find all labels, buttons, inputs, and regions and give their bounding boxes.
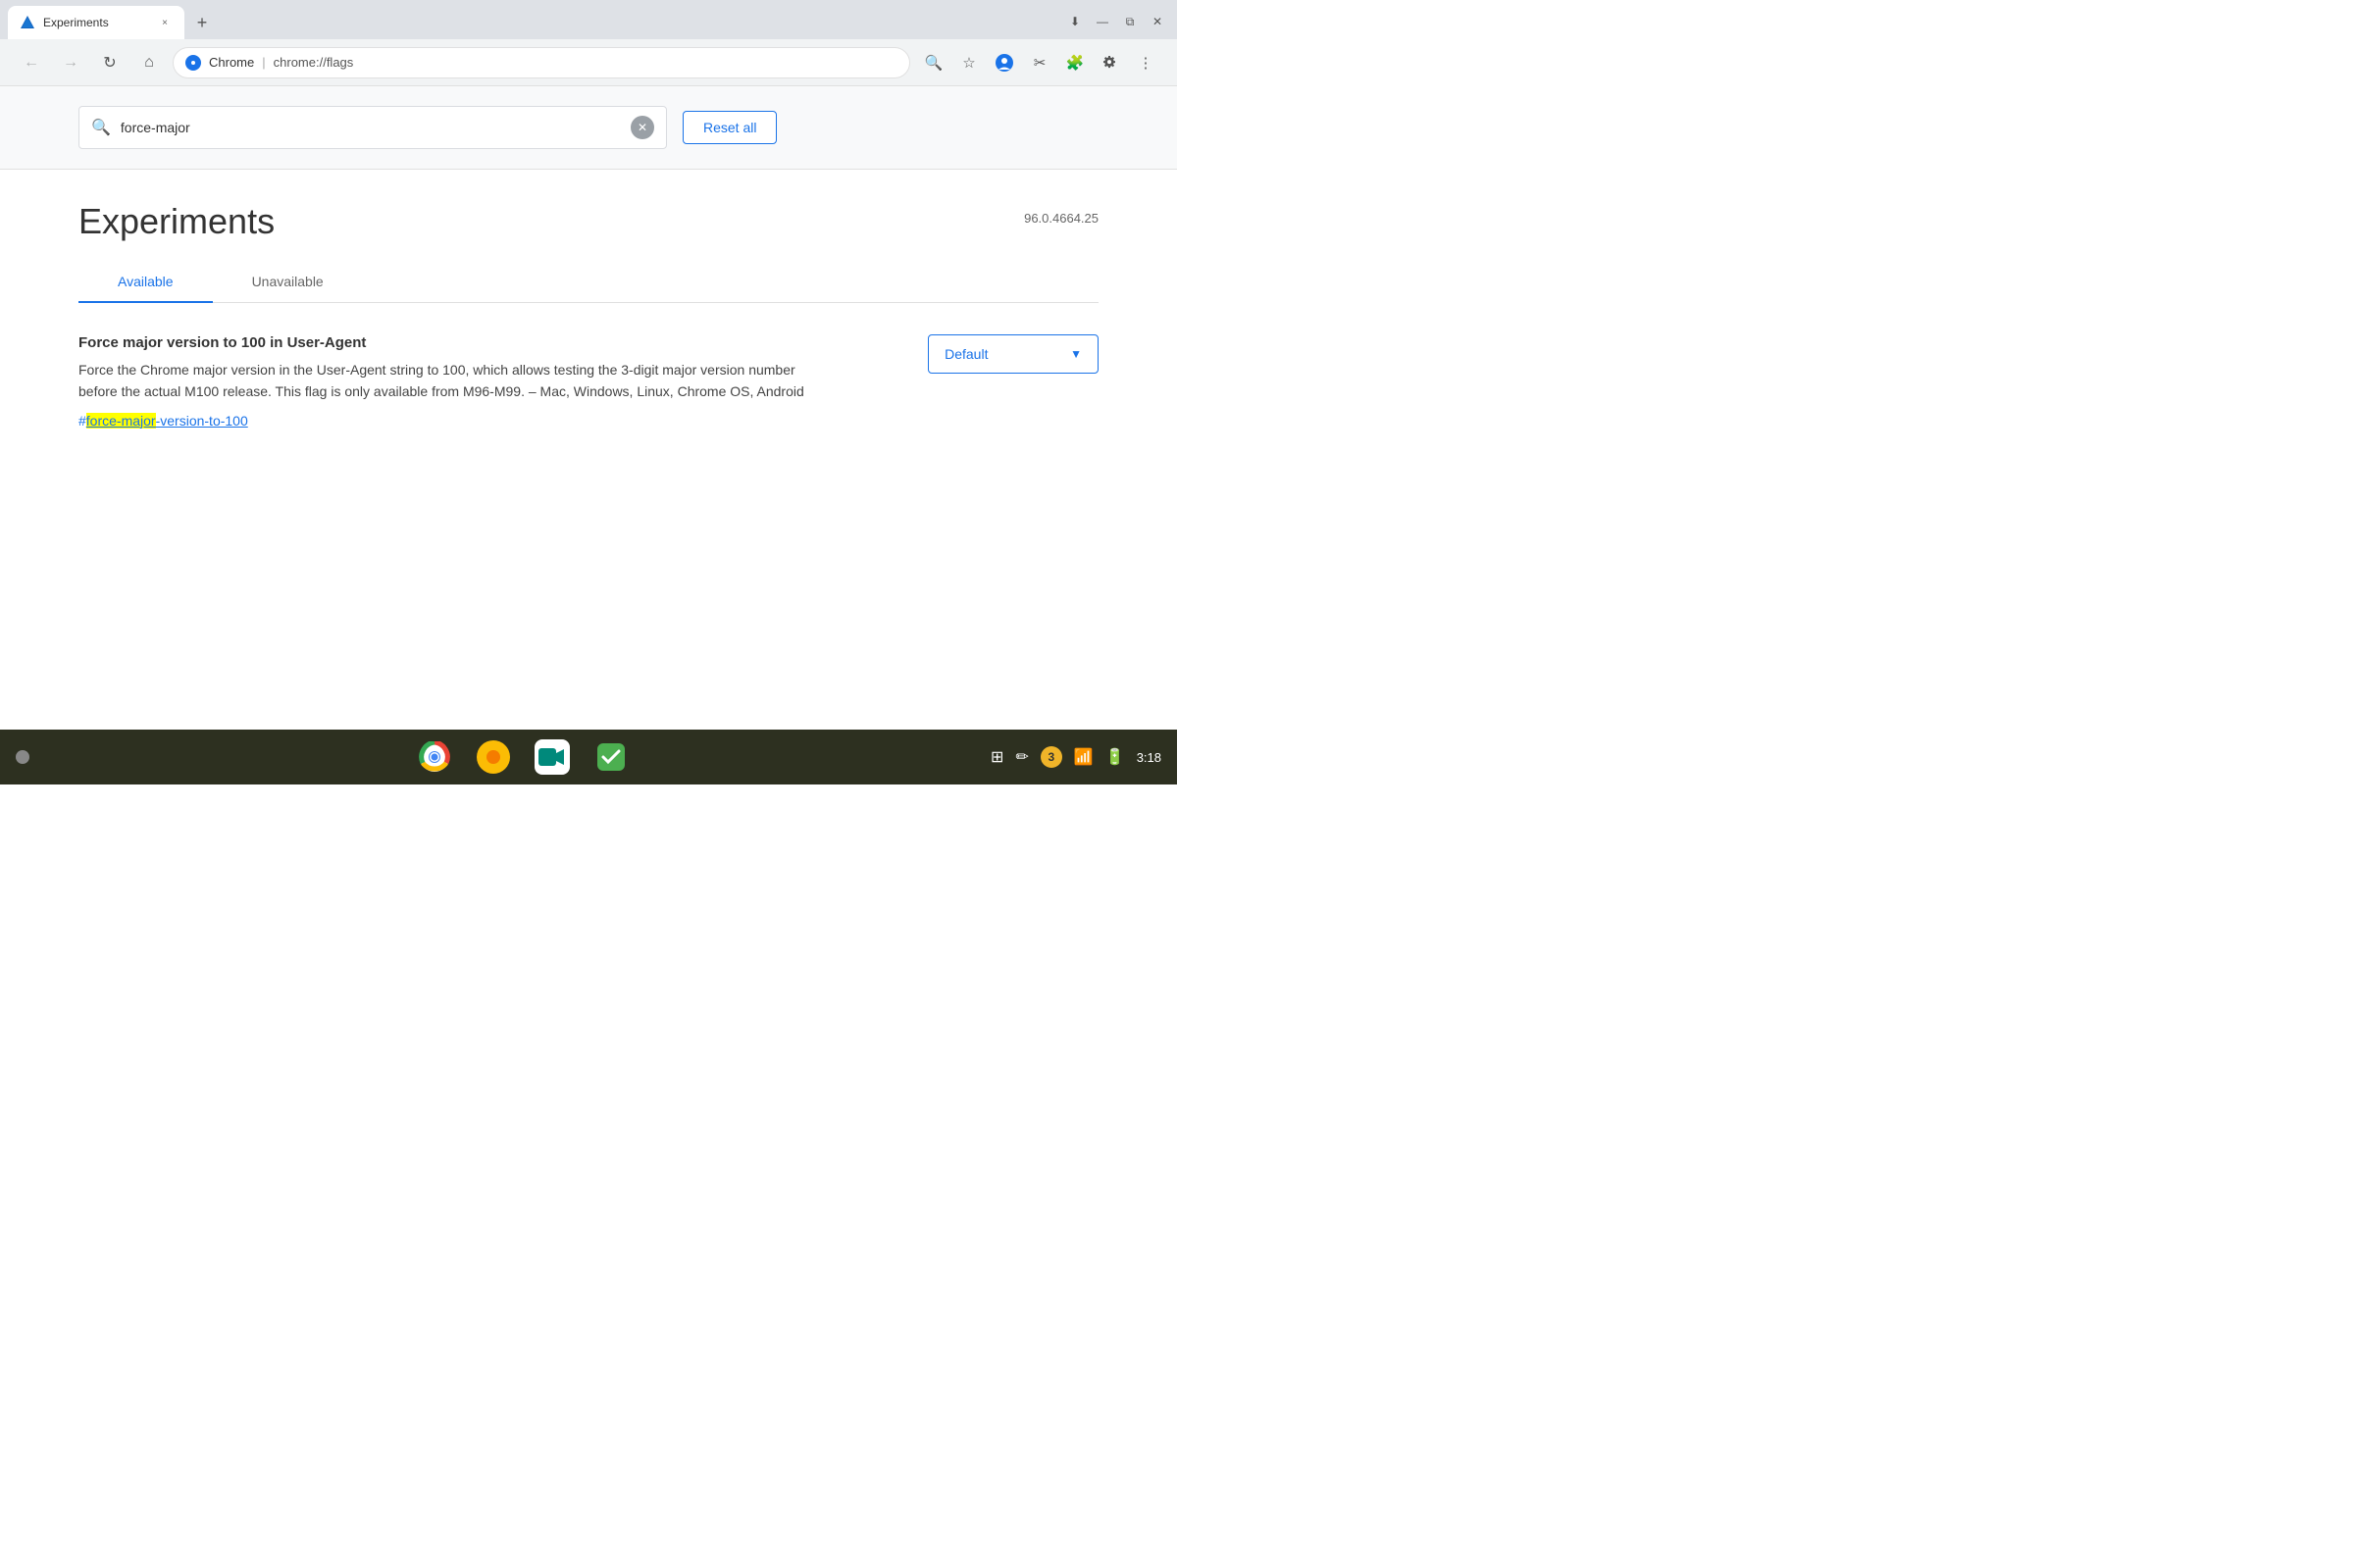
- tab-available[interactable]: Available: [78, 262, 213, 303]
- toolbar-icons: 🔍 ☆ ✂ 🧩 ⋮: [918, 47, 1161, 78]
- taskbar-time: 3:18: [1137, 750, 1161, 765]
- minimize-button[interactable]: —: [1091, 10, 1114, 33]
- menu-icon[interactable]: ⋮: [1130, 47, 1161, 78]
- flag-link-highlight: force-major: [86, 413, 156, 429]
- search-clear-button[interactable]: ✕: [631, 116, 654, 139]
- title-bar: Experiments × + ⬇ — ⧉ ✕: [0, 0, 1177, 39]
- tab-close-button[interactable]: ×: [157, 15, 173, 30]
- version-text: 96.0.4664.25: [1024, 211, 1099, 226]
- dropdown-arrow-icon: ▼: [1070, 347, 1082, 361]
- flag-link[interactable]: #force-major-version-to-100: [78, 413, 889, 430]
- tab-title-label: Experiments: [43, 16, 149, 29]
- tabs-bar: Available Unavailable: [78, 262, 1099, 303]
- taskbar-center: [55, 737, 991, 777]
- close-button[interactable]: ✕: [1146, 10, 1169, 33]
- flag-select-container[interactable]: Default Enabled Disabled ▼: [928, 334, 1099, 374]
- extensions-icon[interactable]: 🧩: [1059, 47, 1091, 78]
- scissors-icon[interactable]: ✂: [1024, 47, 1055, 78]
- taskbar-chrome-icon[interactable]: [415, 737, 454, 777]
- taskbar: ⊞ ✏ 3 📶 🔋 3:18: [0, 730, 1177, 784]
- flag-link-prefix: #: [78, 413, 86, 429]
- taskbar-app4-icon[interactable]: [591, 737, 631, 777]
- flag-link-suffix: -version-to-100: [156, 413, 248, 429]
- maximize-button[interactable]: ⧉: [1118, 10, 1142, 33]
- notification-badge[interactable]: 3: [1041, 746, 1062, 768]
- site-favicon-icon: [185, 55, 201, 71]
- main-content: 🔍 ✕ Reset all Experiments 96.0.4664.25 A…: [0, 86, 1177, 730]
- address-input[interactable]: Chrome | chrome://flags: [173, 47, 910, 78]
- active-tab[interactable]: Experiments ×: [8, 6, 184, 39]
- wifi-icon[interactable]: 📶: [1074, 747, 1094, 767]
- flags-section: Force major version to 100 in User-Agent…: [0, 303, 1177, 485]
- taskbar-left: [16, 750, 55, 764]
- download-icon[interactable]: ⬇: [1063, 10, 1087, 33]
- profile-icon[interactable]: [989, 47, 1020, 78]
- bookmark-icon[interactable]: ☆: [953, 47, 985, 78]
- search-icon[interactable]: 🔍: [918, 47, 949, 78]
- search-input[interactable]: [121, 120, 621, 135]
- forward-button[interactable]: →: [55, 47, 86, 78]
- tab-favicon-icon: [20, 15, 35, 30]
- reset-all-button[interactable]: Reset all: [683, 111, 777, 144]
- page-header: Experiments 96.0.4664.25: [0, 170, 1177, 242]
- home-button[interactable]: ⌂: [133, 47, 165, 78]
- page-title: Experiments: [78, 201, 275, 242]
- taskbar-app2-icon[interactable]: [474, 737, 513, 777]
- search-box[interactable]: 🔍 ✕: [78, 106, 667, 149]
- refresh-button[interactable]: ↻: [94, 47, 126, 78]
- search-magnifier-icon: 🔍: [91, 118, 111, 137]
- address-bar: ← → ↻ ⌂ Chrome | chrome://flags 🔍 ☆ ✂ 🧩: [0, 39, 1177, 86]
- flag-title: Force major version to 100 in User-Agent: [78, 334, 889, 351]
- pen-icon[interactable]: ✏: [1015, 747, 1028, 767]
- screenshot-icon[interactable]: ⊞: [991, 747, 1003, 767]
- flag-content: Force major version to 100 in User-Agent…: [78, 334, 889, 430]
- battery-icon[interactable]: 🔋: [1105, 747, 1125, 767]
- settings-icon[interactable]: [1095, 47, 1126, 78]
- site-name-label: Chrome: [209, 55, 254, 70]
- taskbar-status-dot: [16, 750, 29, 764]
- flag-dropdown[interactable]: Default Enabled Disabled: [945, 346, 1062, 362]
- taskbar-right: ⊞ ✏ 3 📶 🔋 3:18: [991, 746, 1161, 768]
- search-section: 🔍 ✕ Reset all: [0, 86, 1177, 170]
- flag-description: Force the Chrome major version in the Us…: [78, 359, 824, 403]
- back-button[interactable]: ←: [16, 47, 47, 78]
- tab-unavailable[interactable]: Unavailable: [213, 262, 363, 303]
- flag-entry: Force major version to 100 in User-Agent…: [78, 334, 1099, 454]
- url-text: chrome://flags: [274, 55, 354, 70]
- new-tab-button[interactable]: +: [188, 9, 216, 36]
- address-separator: |: [262, 55, 265, 70]
- tabs-section: Available Unavailable: [0, 262, 1177, 303]
- taskbar-meet-icon[interactable]: [533, 737, 572, 777]
- window-controls: ⬇ — ⧉ ✕: [1063, 10, 1169, 33]
